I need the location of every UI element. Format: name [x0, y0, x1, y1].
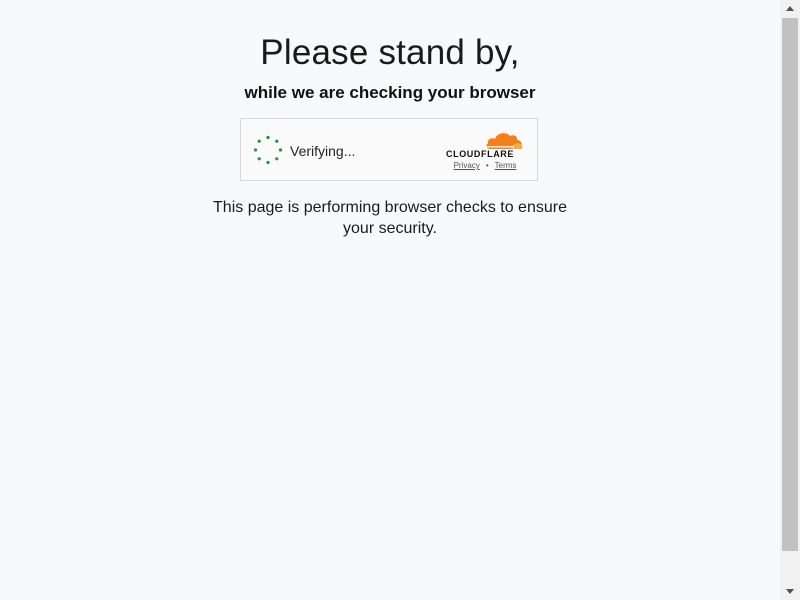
scroll-thumb[interactable]	[782, 18, 798, 551]
page-viewport: Please stand by, while we are checking y…	[0, 0, 780, 600]
challenge-widget: Verifying... CLOUDFLARE Privacy • Terms	[240, 118, 538, 181]
cloudflare-wordmark: CLOUDFLARE	[446, 149, 514, 159]
arrow-down-icon	[786, 589, 794, 594]
security-message: This page is performing browser checks t…	[213, 199, 567, 237]
privacy-link[interactable]: Privacy	[454, 161, 480, 170]
link-separator: •	[485, 161, 489, 170]
cloudflare-links: Privacy • Terms	[446, 161, 524, 170]
page-subtitle: while we are checking your browser	[244, 83, 536, 102]
cloudflare-logo[interactable]: CLOUDFLARE	[446, 131, 524, 159]
arrow-up-icon	[786, 6, 794, 11]
terms-link[interactable]: Terms	[495, 161, 517, 170]
verifying-status: Verifying...	[290, 143, 356, 159]
vertical-scrollbar[interactable]	[780, 0, 800, 600]
scroll-up-button[interactable]	[780, 0, 800, 17]
page-title: Please stand by,	[260, 33, 520, 72]
cloud-icon	[484, 133, 523, 149]
spinner-icon	[253, 135, 283, 165]
scroll-down-button[interactable]	[780, 583, 800, 600]
